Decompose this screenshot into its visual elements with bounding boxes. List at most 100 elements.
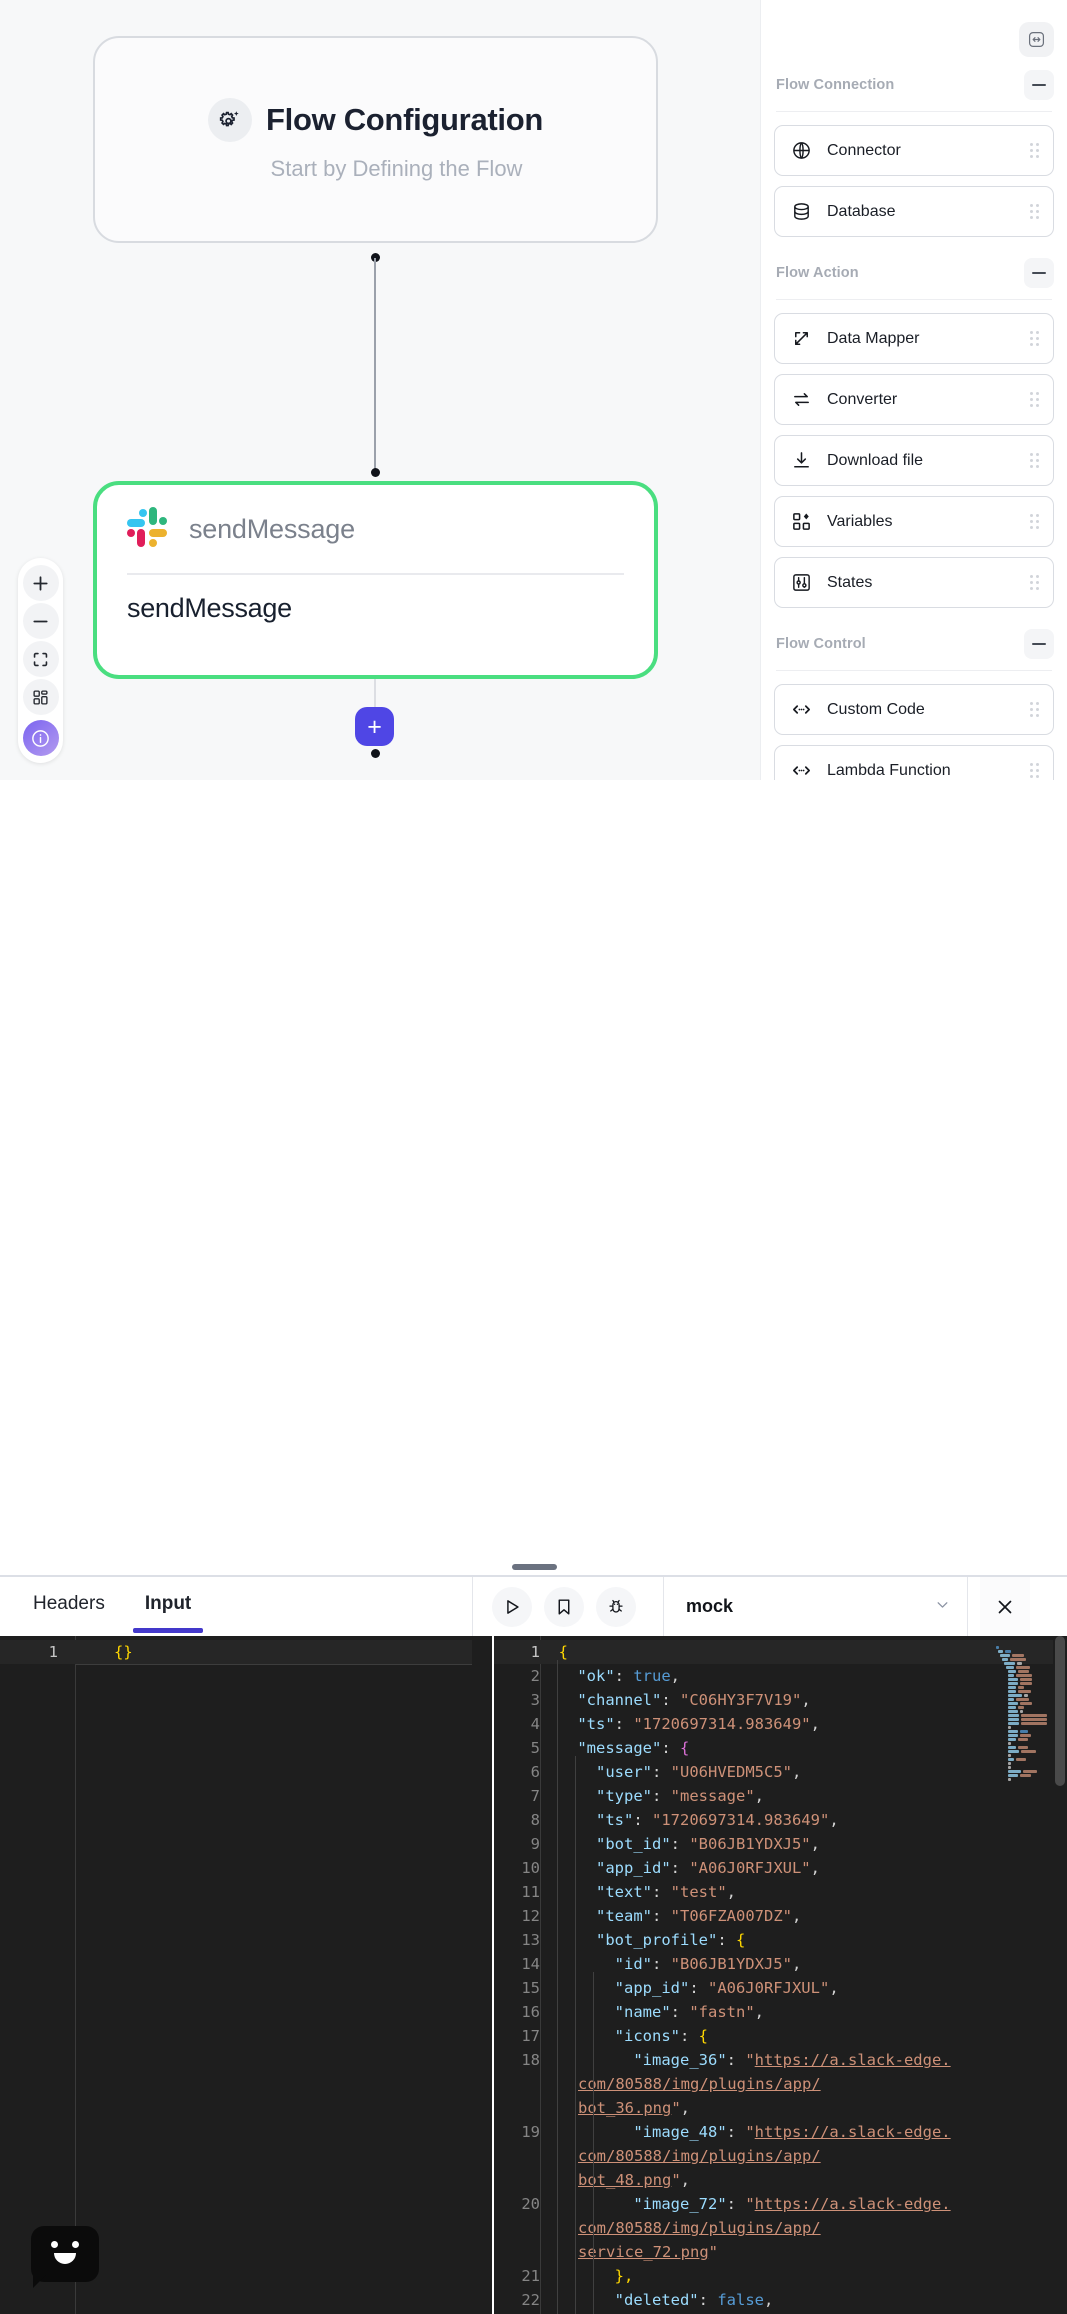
fit-view-button[interactable] <box>22 641 59 677</box>
code-line: 20 "image_72": "https://a.slack-edge. co… <box>494 2192 1067 2264</box>
line-number: 8 <box>530 1811 540 1829</box>
editor-minimap[interactable] <box>990 1636 1050 2314</box>
palette-group-title: Flow Connection <box>776 77 895 93</box>
code-line: 5 "message": { <box>494 1736 1067 1760</box>
code-line: 1 { <box>494 1640 1067 1664</box>
code-line: 10 "app_id": "A06J0RFJXUL", <box>494 1856 1067 1880</box>
palette-group-title: Flow Control <box>776 636 866 652</box>
flow-canvas[interactable]: Flow Configuration Start by Defining the… <box>0 0 760 780</box>
code-line: 16 "name": "fastn", <box>494 2000 1067 2024</box>
drag-handle-icon[interactable] <box>1030 514 1039 529</box>
drag-handle-icon[interactable] <box>1030 331 1039 346</box>
palette-item-label: Lambda Function <box>827 761 951 779</box>
close-panel-button[interactable] <box>980 1577 1030 1636</box>
palette-groups: Flow Connection Connector Database Flow Act… <box>761 0 1067 780</box>
minimap-line <box>990 1640 1050 1653</box>
drag-handle-icon[interactable] <box>1030 702 1039 717</box>
line-number: 11 <box>521 1883 540 1901</box>
gear-sparkle-icon <box>208 97 252 142</box>
palette-item-label: Converter <box>827 390 898 408</box>
palette-group-collapse-button[interactable] <box>1024 629 1054 659</box>
flow-configuration-node[interactable]: Flow Configuration Start by Defining the… <box>93 36 658 243</box>
divider <box>776 299 1052 300</box>
line-number: 4 <box>530 1715 540 1733</box>
panel-resize-handle[interactable] <box>512 1564 557 1570</box>
palette-item-data-mapper[interactable]: Data Mapper <box>774 313 1054 364</box>
line-number: 15 <box>521 1979 540 1997</box>
toggle-minimap-button[interactable] <box>22 679 59 715</box>
input-editor[interactable]: 1 {} <box>0 1636 472 2314</box>
bookmark-button[interactable] <box>544 1586 584 1627</box>
code-line: 1 {} <box>0 1640 472 1664</box>
line-number: 19 <box>521 2123 540 2141</box>
code-line: 22 "deleted": false, <box>494 2288 1067 2312</box>
code-line: 3 "channel": "C06HY3F7V19", <box>494 1688 1067 1712</box>
drag-handle-icon[interactable] <box>1030 575 1039 590</box>
palette-item-variables[interactable]: Variables <box>774 496 1054 547</box>
code-line: 11 "text": "test", <box>494 1880 1067 1904</box>
palette-item-connector[interactable]: Connector <box>774 125 1054 176</box>
indent-guide <box>593 1972 594 2314</box>
line-number: 1 <box>48 1643 58 1661</box>
drag-handle-icon[interactable] <box>1030 392 1039 407</box>
mock-select[interactable]: mock <box>663 1577 968 1636</box>
smiley-chat-icon[interactable] <box>31 2226 99 2282</box>
drag-handle-icon[interactable] <box>1030 204 1039 219</box>
run-button[interactable] <box>492 1586 532 1627</box>
palette-group-header: Flow Action <box>774 258 1054 288</box>
output-editor[interactable]: 1 {2 "ok": true, 3 "channel": "C06HY3F7V1… <box>494 1636 1067 2314</box>
line-number: 2 <box>530 1667 540 1685</box>
editor-gap <box>472 1636 494 2314</box>
add-node-button[interactable]: + <box>355 707 394 746</box>
palette-item-download-file[interactable]: Download file <box>774 435 1054 486</box>
gutter-divider <box>75 1636 76 2314</box>
variables-icon <box>790 511 812 533</box>
add-node-stub <box>374 679 376 707</box>
info-button[interactable] <box>22 720 59 756</box>
canvas-controls <box>18 558 63 763</box>
expand-horizontal-icon[interactable] <box>1019 22 1054 57</box>
palette-group-collapse-button[interactable] <box>1024 70 1054 100</box>
code-line: 21 }, <box>494 2264 1067 2288</box>
divider <box>127 573 624 575</box>
palette-item-states[interactable]: States <box>774 557 1054 608</box>
send-message-connector-name: sendMessage <box>189 513 355 544</box>
minimap-line <box>990 1764 1050 1777</box>
tab-input[interactable]: Input <box>132 1593 204 1633</box>
drag-handle-icon[interactable] <box>1030 763 1039 778</box>
palette-item-converter[interactable]: Converter <box>774 374 1054 425</box>
tab-headers[interactable]: Headers <box>33 1593 105 1633</box>
indent-guide <box>76 1664 472 1665</box>
send-message-node-label: sendMessage <box>127 593 292 623</box>
page-title: Flow Configuration <box>266 101 543 137</box>
line-number: 18 <box>521 2051 540 2069</box>
scrollbar-thumb[interactable] <box>1055 1636 1065 1786</box>
palette-item-custom-code[interactable]: Custom Code <box>774 684 1054 735</box>
line-number: 21 <box>521 2267 540 2285</box>
debug-button[interactable] <box>596 1586 636 1627</box>
mock-select-value: mock <box>686 1596 734 1616</box>
palette-group-header: Flow Control <box>774 629 1054 659</box>
palette-group-collapse-button[interactable] <box>1024 258 1054 288</box>
zoom-out-button[interactable] <box>22 603 59 639</box>
drag-handle-icon[interactable] <box>1030 453 1039 468</box>
drag-handle-icon[interactable] <box>1030 143 1039 158</box>
zoom-in-button[interactable] <box>22 565 59 601</box>
line-number: 1 <box>530 1643 540 1661</box>
send-message-node[interactable]: sendMessage sendMessage <box>93 481 658 679</box>
database-icon <box>790 201 812 223</box>
editor-scrollbar[interactable] <box>1053 1636 1067 2314</box>
line-number: 13 <box>521 1931 540 1949</box>
indent-guide <box>575 1756 576 2314</box>
line-number: 22 <box>521 2291 540 2309</box>
line-number: 6 <box>530 1763 540 1781</box>
line-number: 17 <box>521 2027 540 2045</box>
download-icon <box>790 450 812 472</box>
minimap-line <box>990 1636 1050 1649</box>
palette-item-database[interactable]: Database <box>774 186 1054 237</box>
editors-container: 1 {} 1 {2 "ok": true, 3 "channel": "C06HY… <box>0 1636 1067 2314</box>
palette-item-lambda-function[interactable]: Lambda Function <box>774 745 1054 780</box>
line-number: 5 <box>530 1739 540 1757</box>
